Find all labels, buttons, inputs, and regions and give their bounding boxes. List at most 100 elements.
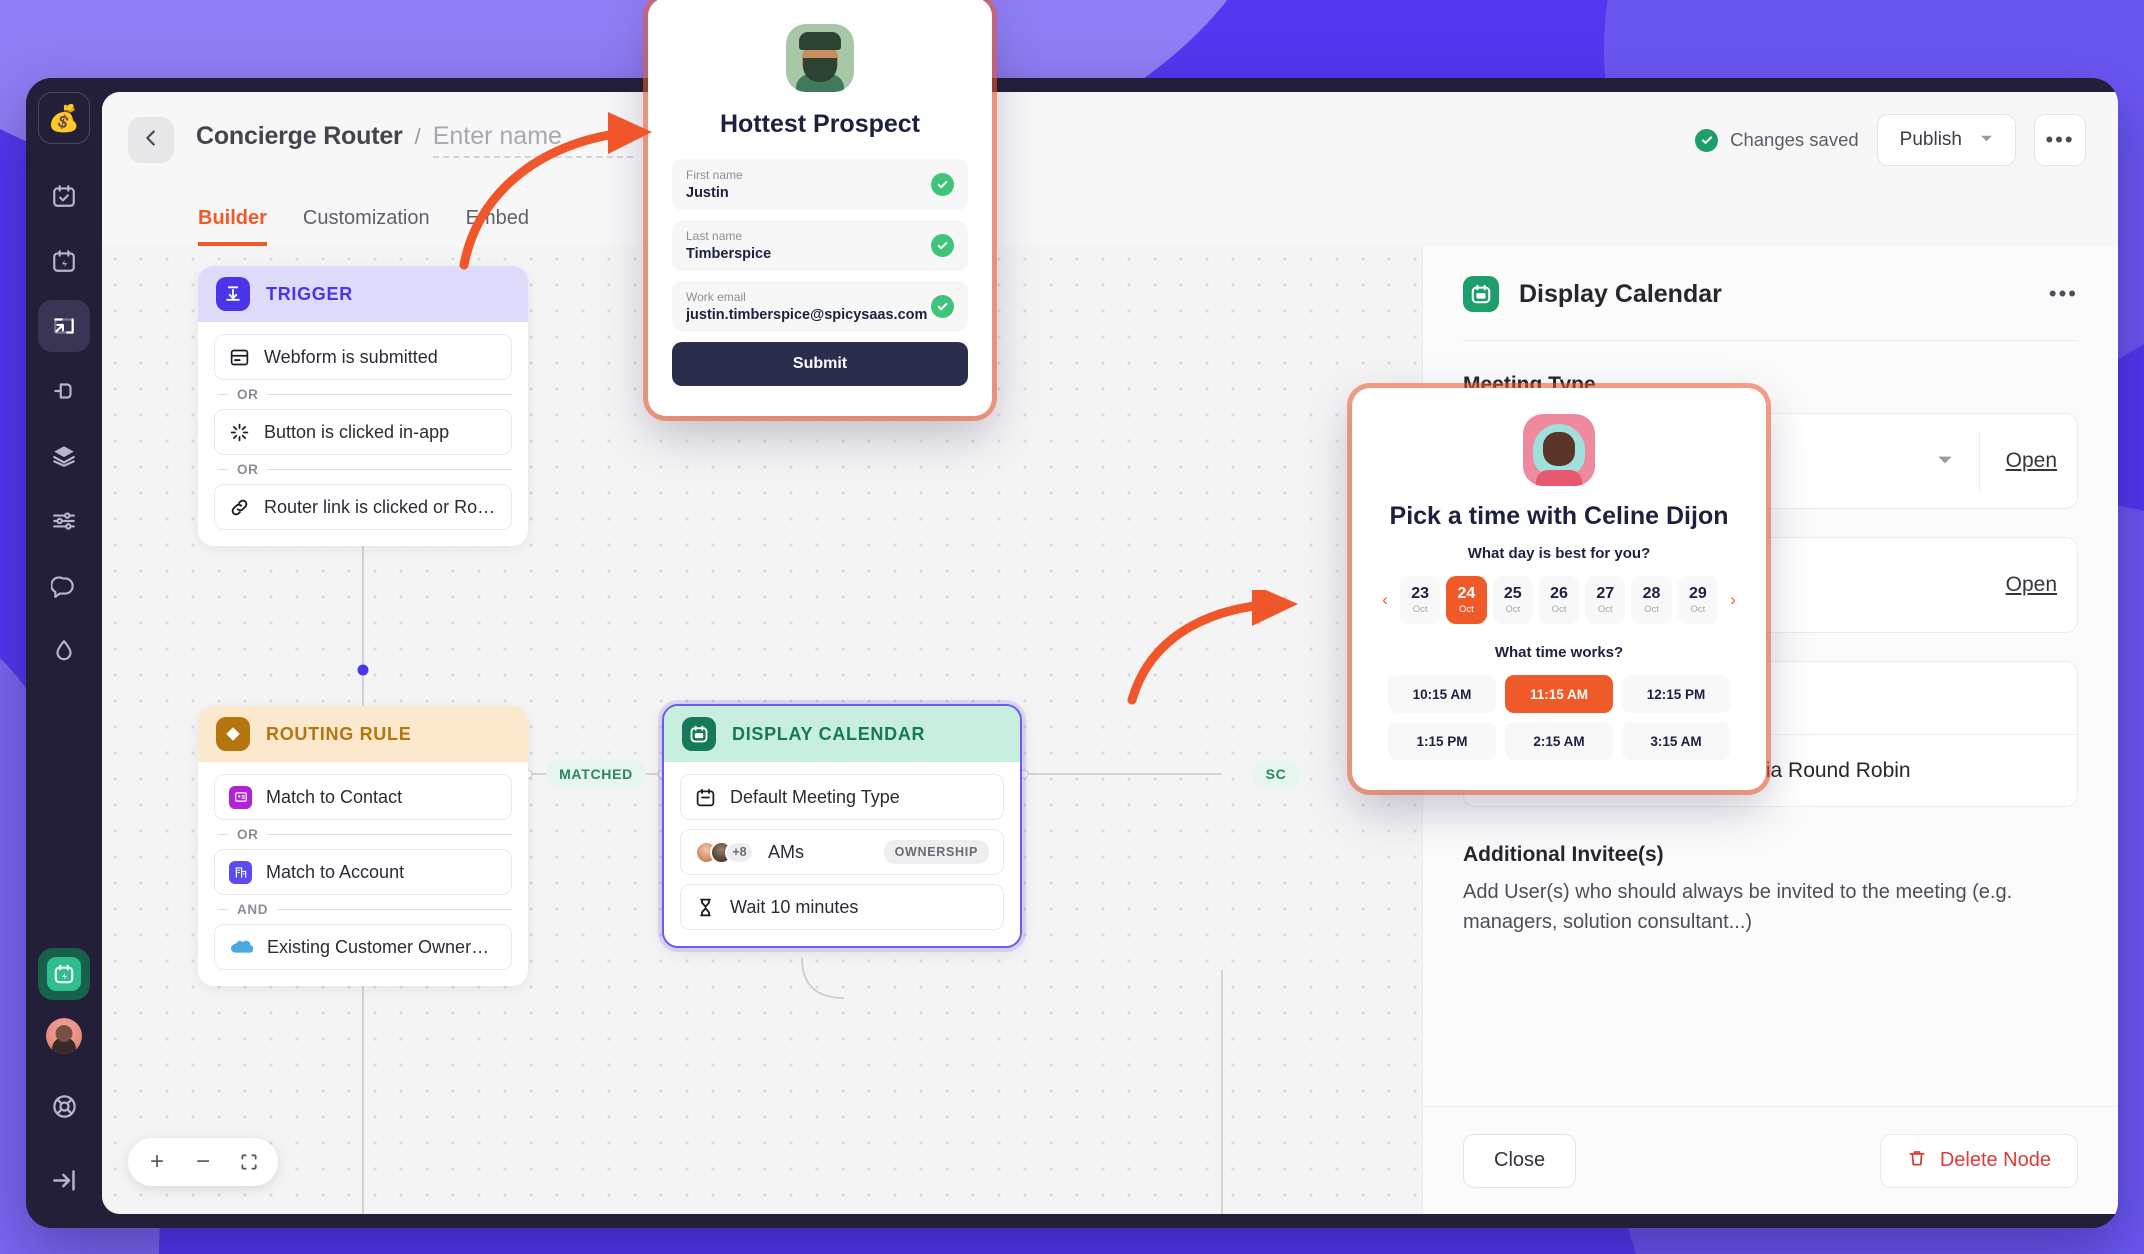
preview-field-last-name[interactable]: Last name Timberspice — [672, 220, 968, 271]
calendar-row-meeting-type[interactable]: Default Meeting Type — [680, 774, 1004, 820]
layers-icon — [51, 443, 77, 469]
node-display-calendar[interactable]: DISPLAY CALENDAR Default Meeting Type +8… — [662, 704, 1022, 948]
tab-customization[interactable]: Customization — [303, 207, 430, 246]
panel-title: Display Calendar — [1519, 279, 1722, 308]
routing-row-match-account[interactable]: Match to Account — [214, 849, 512, 895]
panel-more-button[interactable]: ••• — [2049, 281, 2078, 307]
contact-card-icon — [229, 785, 252, 809]
time-slot-selected[interactable]: 11:15 AM — [1505, 675, 1613, 713]
trash-icon — [1907, 1148, 1927, 1174]
router-name-input[interactable]: Enter name — [432, 122, 633, 158]
next-week-button[interactable]: › — [1724, 590, 1742, 610]
calendar-row-wait[interactable]: Wait 10 minutes — [680, 884, 1004, 930]
node-trigger[interactable]: TRIGGER Webform is submitted OR Button i… — [198, 266, 528, 546]
building-icon — [229, 860, 252, 884]
avatar-overflow-count: +8 — [725, 840, 754, 864]
trigger-row-router-link[interactable]: Router link is clicked or Router li... — [214, 484, 512, 530]
delete-node-button[interactable]: Delete Node — [1879, 1133, 2078, 1188]
time-slot[interactable]: 2:15 AM — [1505, 722, 1613, 760]
calendar-row-ams[interactable]: +8 AMs OWNERSHIP — [680, 829, 1004, 875]
calendar-bolt-icon — [51, 248, 77, 274]
close-button[interactable]: Close — [1463, 1133, 1577, 1188]
meeting-type-open-link[interactable]: Open — [2006, 449, 2057, 473]
calendar-check-icon — [51, 183, 77, 209]
tab-builder[interactable]: Builder — [198, 207, 267, 246]
routing-row-label: Match to Contact — [266, 786, 403, 807]
header-more-button[interactable]: ••• — [2034, 114, 2086, 166]
sidebar-item-sliders[interactable] — [38, 495, 90, 547]
publish-button[interactable]: Publish — [1876, 114, 2016, 166]
webform-preview-card[interactable]: Hottest Prospect First name Justin Last … — [648, 0, 992, 416]
check-icon — [931, 295, 954, 318]
day-option[interactable]: 26 Oct — [1538, 576, 1580, 624]
day-option[interactable]: 29 Oct — [1677, 576, 1718, 624]
zoom-out-button[interactable]: − — [183, 1142, 223, 1182]
sliders-icon — [51, 508, 77, 534]
preview-field-text: Last name Timberspice — [686, 229, 931, 262]
sidebar-item-layers[interactable] — [38, 430, 90, 482]
edge-waypoint-dot[interactable] — [357, 664, 369, 676]
edge-label-matched: MATCHED — [546, 760, 646, 788]
sidebar-item-droplet[interactable] — [38, 625, 90, 677]
calendar-row-label: Default Meeting Type — [730, 786, 900, 807]
sidebar-item-help[interactable] — [38, 1080, 90, 1132]
tab-embed[interactable]: Embed — [466, 207, 529, 246]
calendar-row-label: Wait 10 minutes — [730, 896, 859, 917]
day-number: 29 — [1688, 585, 1707, 602]
routing-row-existing-ownership[interactable]: Existing Customer Ownership — [214, 924, 512, 970]
back-button[interactable] — [128, 117, 174, 163]
chevron-left-icon — [140, 127, 162, 154]
canvas-zoom-controls: + − — [128, 1138, 278, 1186]
submit-button[interactable]: Submit — [672, 342, 968, 386]
node-calendar-body: Default Meeting Type +8 AMs OWNERSHIP Wa… — [664, 762, 1020, 946]
day-option[interactable]: 25 Oct — [1492, 576, 1533, 624]
check-icon — [931, 173, 954, 196]
avatar-stack: +8 — [695, 840, 754, 864]
preview-field-label: Last name — [686, 229, 743, 243]
money-bag-icon[interactable]: 💰 — [38, 92, 90, 144]
router-flow-icon — [51, 313, 77, 339]
calendar-bolt-badge-icon[interactable] — [38, 948, 90, 1000]
preview-field-first-name[interactable]: First name Justin — [672, 159, 968, 210]
day-option[interactable]: 23 Oct — [1400, 576, 1441, 624]
ellipsis-icon: ••• — [2045, 127, 2075, 152]
preview-field-text: First name Justin — [686, 168, 931, 201]
additional-invitees-description: Add User(s) who should always be invited… — [1463, 881, 2013, 933]
zoom-in-button[interactable]: + — [137, 1142, 177, 1182]
time-slot[interactable]: 12:15 PM — [1622, 675, 1730, 713]
trigger-row-label: Button is clicked in-app — [264, 421, 450, 442]
user-avatar[interactable] — [46, 1018, 82, 1054]
day-option-selected[interactable]: 24 Oct — [1446, 576, 1487, 624]
day-option[interactable]: 28 Oct — [1631, 576, 1672, 624]
calendar-preview-title: Pick a time with Celine Dijon — [1389, 502, 1729, 530]
sidebar-item-plug[interactable] — [38, 365, 90, 417]
calendar-outline-icon — [695, 787, 716, 808]
sidebar-item-calendar-bolt[interactable] — [38, 235, 90, 287]
day-month: Oct — [1551, 604, 1567, 615]
fit-view-button[interactable] — [229, 1142, 269, 1182]
time-slot[interactable]: 3:15 AM — [1622, 722, 1730, 760]
collapse-sidebar-button[interactable] — [38, 1154, 90, 1206]
breadcrumb-root[interactable]: Concierge Router — [196, 122, 403, 151]
day-picker: ‹ 23 Oct 24 Oct 25 Oct 26 Oct 27 Oct 28 … — [1376, 576, 1742, 624]
sidebar-item-router-flow[interactable] — [38, 300, 90, 352]
preview-field-work-email[interactable]: Work email justin.timberspice@spicysaas.… — [672, 281, 968, 332]
select-divider — [1978, 432, 1980, 490]
day-option[interactable]: 27 Oct — [1585, 576, 1626, 624]
sidebar-item-chat[interactable] — [38, 560, 90, 612]
time-slot[interactable]: 1:15 PM — [1388, 722, 1496, 760]
plug-icon — [51, 378, 77, 404]
node-routing-rule[interactable]: ROUTING RULE Match to Contact OR Match t… — [198, 706, 528, 986]
secondary-open-link[interactable]: Open — [2006, 573, 2057, 597]
day-month: Oct — [1412, 604, 1428, 615]
trigger-row-webform[interactable]: Webform is submitted — [214, 334, 512, 380]
save-status: Changes saved — [1695, 128, 1859, 152]
check-icon — [931, 234, 954, 257]
day-month: Oct — [1690, 604, 1706, 615]
time-slot[interactable]: 10:15 AM — [1388, 675, 1496, 713]
calendar-preview-card[interactable]: Pick a time with Celine Dijon What day i… — [1352, 388, 1766, 790]
prev-week-button[interactable]: ‹ — [1376, 590, 1394, 610]
sidebar-item-calendar-check[interactable] — [38, 170, 90, 222]
routing-row-match-contact[interactable]: Match to Contact — [214, 774, 512, 820]
trigger-row-button-click[interactable]: Button is clicked in-app — [214, 409, 512, 455]
